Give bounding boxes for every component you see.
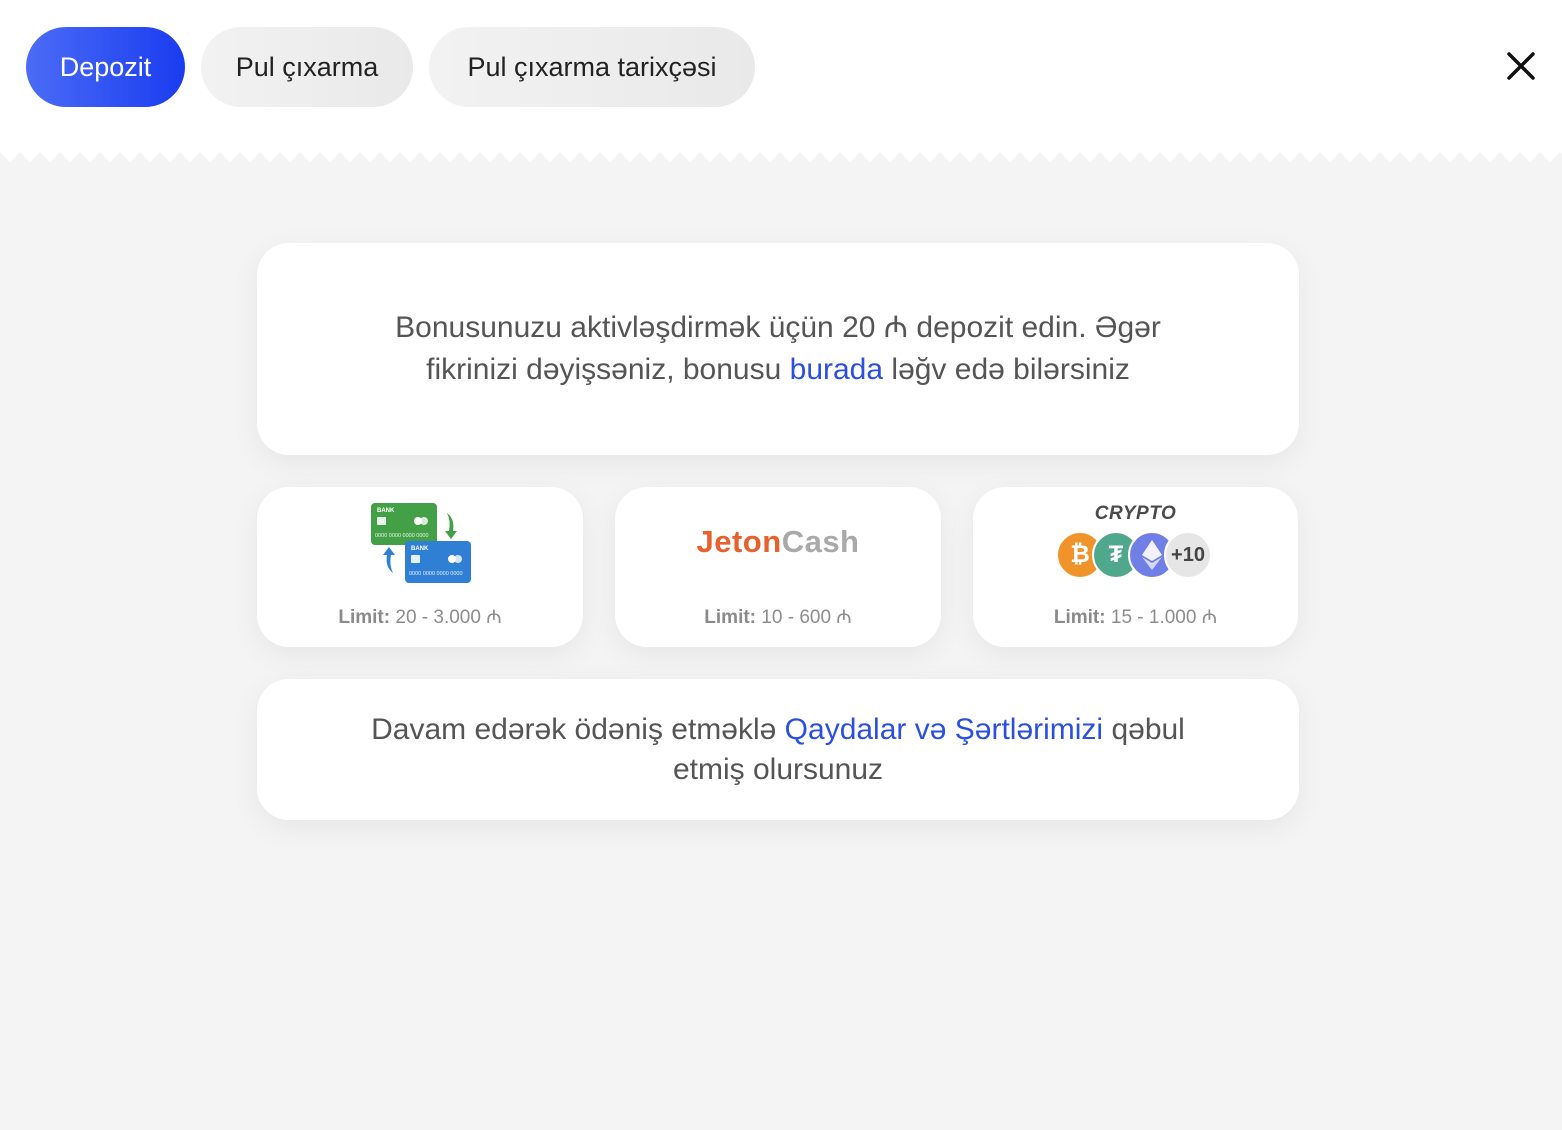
crypto-coins: ₿ ₮ +10: [1056, 531, 1216, 581]
limit-text: Limit: 20 - 3.000 ₼: [257, 603, 583, 629]
svg-text:0000 0000 0000 0000: 0000 0000 0000 0000: [409, 571, 463, 577]
jetoncash-logo-cash: Cash: [781, 524, 860, 559]
zigzag-divider: [0, 146, 1562, 162]
bonus-text-end: ləğv edə bilərsiniz: [883, 353, 1130, 386]
close-icon[interactable]: [1500, 45, 1542, 87]
terms-link[interactable]: Qaydalar və Şərtlərimizi: [785, 713, 1103, 746]
terms-text-start: Davam edərək ödəniş etməklə: [371, 712, 785, 746]
tab-deposit[interactable]: Depozit: [26, 27, 185, 107]
svg-text:BANK: BANK: [377, 508, 395, 514]
limit-text: Limit: 15 - 1.000 ₼: [973, 603, 1298, 629]
limit-value: 10 - 600 ₼: [756, 607, 852, 628]
cancel-bonus-link[interactable]: burada: [790, 353, 883, 386]
bank-cards-transfer-icon: BANK 0000 0000 0000 0000 BANK 0000 0000 …: [371, 503, 471, 583]
limit-label: Limit:: [338, 607, 391, 628]
limit-value: 20 - 3.000 ₼: [390, 607, 502, 628]
jetoncash-logo: JetonCash: [615, 524, 941, 560]
limit-label: Limit:: [1053, 607, 1106, 628]
limit-value: 15 - 1.000 ₼: [1105, 607, 1218, 628]
bonus-text: Bonusunuzu aktivləşdirmək üçün 20 ₼ depo…: [357, 307, 1199, 391]
payment-method-bank-cards[interactable]: BANK 0000 0000 0000 0000 BANK 0000 0000 …: [257, 487, 583, 647]
more-coins-badge: +10: [1164, 531, 1212, 579]
svg-text:0000 0000 0000 0000: 0000 0000 0000 0000: [375, 533, 429, 539]
payment-method-jetoncash[interactable]: JetonCash Limit: 10 - 600 ₼: [615, 487, 941, 647]
tab-withdraw[interactable]: Pul çıxarma: [201, 27, 413, 107]
terms-card: Davam edərək ödəniş etməklə Qaydalar və …: [257, 679, 1299, 820]
limit-label: Limit:: [704, 607, 757, 628]
bonus-info-card: Bonusunuzu aktivləşdirmək üçün 20 ₼ depo…: [257, 243, 1299, 455]
limit-text: Limit: 10 - 600 ₼: [615, 603, 941, 629]
svg-text:BANK: BANK: [411, 546, 429, 552]
crypto-label: CRYPTO: [1094, 503, 1177, 524]
tab-withdraw-history[interactable]: Pul çıxarma tarixçəsi: [429, 27, 755, 107]
terms-text: Davam edərək ödəniş etməklə Qaydalar və …: [337, 710, 1219, 790]
payment-method-crypto[interactable]: CRYPTO ₿ ₮ +10 Limit: 15 - 1.000 ₼: [973, 487, 1298, 647]
jetoncash-logo-jeton: Jeton: [696, 524, 782, 559]
top-bar: Depozit Pul çıxarma Pul çıxarma tarixçəs…: [0, 0, 1562, 148]
